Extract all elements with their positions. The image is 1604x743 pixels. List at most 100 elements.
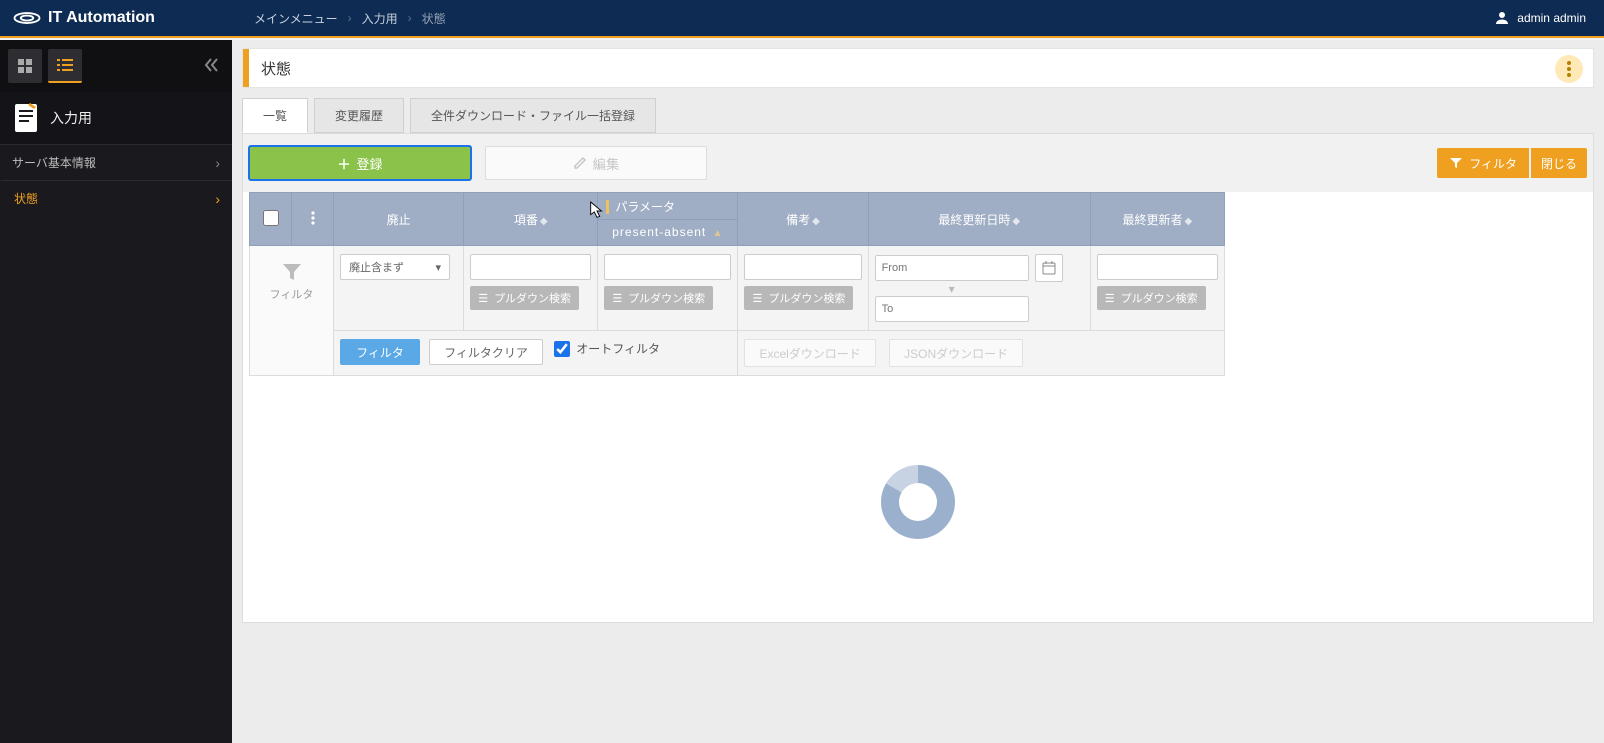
page-menu-button[interactable] — [1555, 55, 1583, 83]
row-menu-header[interactable] — [292, 193, 334, 246]
sidebar-item-server-basic-info[interactable]: サーバ基本情報 › — [0, 144, 232, 180]
page-title-bar: 状態 — [242, 48, 1594, 88]
list-icon — [57, 58, 73, 72]
chevron-right-icon: › — [215, 155, 220, 171]
biko-pulldown-button[interactable]: ☰プルダウン検索 — [744, 286, 853, 310]
logo-area: IT Automation — [0, 6, 232, 30]
col-biko-label[interactable]: 備考 — [786, 213, 810, 227]
edit-icon — [573, 156, 587, 170]
param-filter-input[interactable] — [604, 254, 731, 280]
sidebar-view-switcher — [0, 40, 232, 92]
close-label: 閉じる — [1541, 155, 1577, 172]
sidebar-section-label: 入力用 — [50, 108, 92, 128]
register-label: 登録 — [357, 154, 383, 173]
auto-filter-checkbox[interactable] — [554, 341, 570, 357]
list-icon: ☰ — [1105, 292, 1115, 305]
filter-icon — [1449, 157, 1463, 169]
tab-history[interactable]: 変更履歴 — [314, 98, 404, 133]
col-param-group-label: パラメータ — [606, 200, 675, 214]
crumb-2: 状態 — [422, 10, 446, 27]
plus-icon: ＋ — [337, 154, 350, 173]
list-icon: ☰ — [752, 292, 762, 305]
haishi-dropdown-value: 廃止含まず — [349, 259, 404, 275]
accent-bar — [243, 49, 249, 87]
col-user-label[interactable]: 最終更新者 — [1123, 213, 1183, 227]
calendar-icon — [1041, 260, 1057, 276]
date-from-input[interactable] — [875, 255, 1029, 281]
close-toggle-button[interactable]: 閉じる — [1531, 148, 1587, 178]
kebab-icon — [1567, 61, 1571, 77]
col-kouban-label[interactable]: 項番 — [514, 213, 538, 227]
form-icon — [12, 101, 40, 135]
chevron-double-left-icon — [203, 57, 219, 73]
filter-close-group: フィルタ 閉じる — [1437, 148, 1587, 178]
sort-icon: ◆ — [1183, 216, 1193, 227]
tab-list[interactable]: 一覧 — [242, 98, 308, 133]
param-pulldown-button[interactable]: ☰プルダウン検索 — [604, 286, 713, 310]
crumb-0[interactable]: メインメニュー — [254, 10, 338, 27]
date-separator: ▾ — [875, 286, 1029, 292]
kouban-filter-input[interactable] — [470, 254, 591, 280]
sort-icon: ◆ — [810, 216, 820, 227]
kebab-icon — [311, 211, 315, 225]
calendar-button[interactable] — [1035, 254, 1063, 282]
sort-icon: ◆ — [538, 216, 548, 227]
breadcrumb: メインメニュー › 入力用 › 状態 — [232, 10, 446, 27]
tab-bar: 一覧 変更履歴 全件ダウンロード・ファイル一括登録 — [242, 98, 1594, 133]
top-header: IT Automation メインメニュー › 入力用 › 状態 admin a… — [0, 0, 1604, 38]
date-to-input[interactable] — [875, 296, 1029, 322]
filter-icon — [281, 262, 303, 282]
grid-view-button[interactable] — [8, 49, 42, 83]
auto-filter-label: オートフィルタ — [576, 340, 660, 357]
auto-filter-toggle[interactable]: オートフィルタ — [554, 340, 660, 357]
loading-area — [243, 382, 1593, 622]
col-date-label[interactable]: 最終更新日時 — [938, 213, 1010, 227]
filter-clear-button[interactable]: フィルタクリア — [429, 339, 543, 365]
chevron-right-icon: › — [348, 11, 352, 25]
crumb-1[interactable]: 入力用 — [362, 10, 398, 27]
excel-download-button[interactable]: Excelダウンロード — [744, 339, 875, 367]
user-name: admin admin — [1517, 11, 1586, 25]
filter-table-wrap: 廃止 項番◆ パラメータ 備考◆ 最終更新日時◆ 最終更新者◆ present-… — [249, 192, 1587, 376]
sidebar-item-label: 状態 — [14, 190, 38, 207]
haishi-dropdown[interactable]: 廃止含まず ▾ — [340, 254, 450, 280]
json-download-button[interactable]: JSONダウンロード — [889, 339, 1023, 367]
list-view-button[interactable] — [48, 49, 82, 83]
filter-row-header: フィルタ — [250, 246, 334, 376]
tab-bulk-download[interactable]: 全件ダウンロード・ファイル一括登録 — [410, 98, 656, 133]
filter-table: 廃止 項番◆ パラメータ 備考◆ 最終更新日時◆ 最終更新者◆ present-… — [249, 192, 1225, 376]
filter-button[interactable]: フィルタ — [340, 339, 420, 365]
user-filter-input[interactable] — [1097, 254, 1218, 280]
spinner-icon — [881, 465, 955, 539]
edit-label: 編集 — [593, 154, 620, 173]
col-haishi-label: 廃止 — [387, 211, 411, 228]
collapse-sidebar-button[interactable] — [198, 52, 224, 78]
select-all-checkbox[interactable] — [263, 210, 279, 226]
col-param-sub-label[interactable]: present-absent — [612, 225, 706, 239]
action-row: ＋ 登録 編集 フィルタ 閉じる — [243, 133, 1593, 192]
sort-up-icon: ▲ — [711, 228, 724, 239]
biko-filter-input[interactable] — [744, 254, 861, 280]
sidebar-item-label: サーバ基本情報 — [12, 154, 96, 171]
chevron-down-icon: ▾ — [436, 261, 442, 274]
page-title: 状態 — [261, 58, 291, 79]
logo-icon — [12, 6, 42, 30]
tab-content: ＋ 登録 編集 フィルタ 閉じる — [242, 133, 1594, 623]
kouban-pulldown-button[interactable]: ☰プルダウン検索 — [470, 286, 579, 310]
chevron-right-icon: › — [215, 191, 220, 207]
sidebar-section-header: 入力用 — [0, 92, 232, 144]
main-area: 状態 一覧 変更履歴 全件ダウンロード・ファイル一括登録 ＋ 登録 編集 フィル… — [232, 40, 1604, 743]
register-button[interactable]: ＋ 登録 — [249, 146, 471, 180]
edit-button[interactable]: 編集 — [485, 146, 707, 180]
user-menu[interactable]: admin admin — [1493, 9, 1604, 27]
user-pulldown-button[interactable]: ☰プルダウン検索 — [1097, 286, 1206, 310]
filter-toggle-label: フィルタ — [1469, 155, 1517, 172]
grid-icon — [18, 59, 32, 73]
left-sidebar: 入力用 サーバ基本情報 › 状態 › — [0, 40, 232, 743]
sidebar-item-status[interactable]: 状態 › — [0, 180, 232, 216]
list-icon: ☰ — [478, 292, 488, 305]
brand-name: IT Automation — [48, 9, 155, 27]
chevron-right-icon: › — [408, 11, 412, 25]
list-icon: ☰ — [612, 292, 622, 305]
filter-toggle-button[interactable]: フィルタ — [1437, 148, 1529, 178]
